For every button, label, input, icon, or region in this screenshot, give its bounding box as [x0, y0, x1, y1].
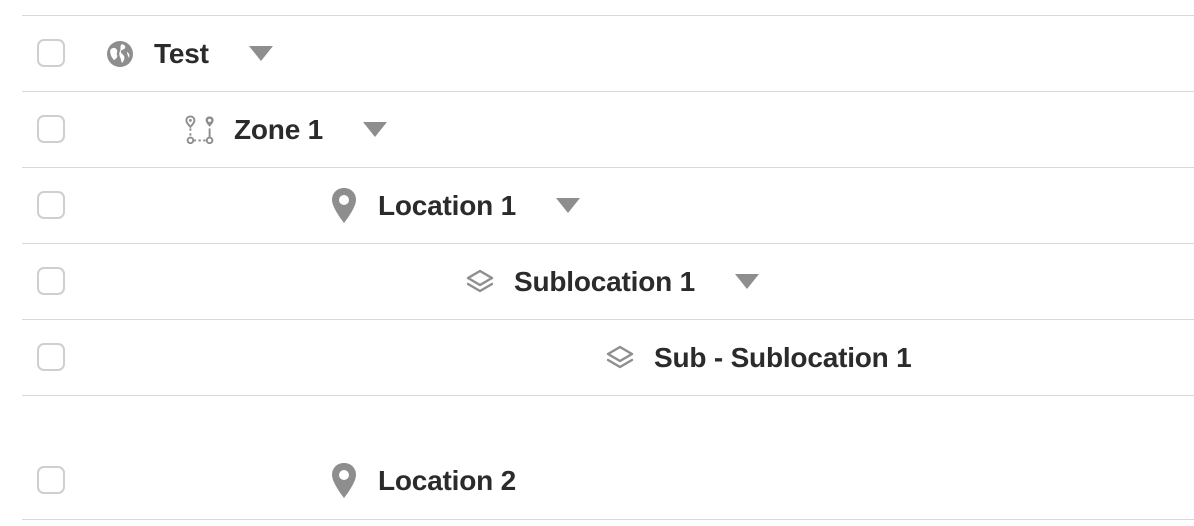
- row-checkbox[interactable]: [37, 38, 65, 67]
- row-checkbox[interactable]: [37, 190, 65, 219]
- tree-node: Location 1: [328, 168, 581, 243]
- row-checkbox[interactable]: [37, 466, 65, 494]
- zone-route-icon: [184, 114, 216, 146]
- location-tree: Test Zone 1 Location 1 Sublocation 1 Sub…: [0, 0, 1194, 526]
- row-checkbox[interactable]: [37, 114, 65, 143]
- tree-row-location-2[interactable]: Location 2: [0, 443, 1194, 519]
- tree-row-sublocation-1[interactable]: Sublocation 1: [0, 244, 1194, 319]
- tree-node: Test: [104, 16, 273, 91]
- row-divider: [22, 395, 1194, 396]
- tree-row-sub-sublocation-1[interactable]: Sub - Sublocation 1: [0, 320, 1194, 395]
- expand-caret-icon[interactable]: [248, 46, 273, 61]
- expand-caret-icon[interactable]: [363, 122, 388, 137]
- expand-caret-icon[interactable]: [734, 274, 759, 289]
- globe-icon: [104, 38, 136, 70]
- map-pin-icon: [328, 187, 360, 223]
- node-label: Test: [154, 37, 209, 69]
- node-label: Sublocation 1: [514, 265, 695, 297]
- tree-row-test[interactable]: Test: [0, 16, 1194, 91]
- tree-node: Zone 1: [184, 92, 388, 167]
- node-label: Sub - Sublocation 1: [654, 341, 912, 373]
- row-checkbox[interactable]: [37, 266, 65, 295]
- tree-row-location-1[interactable]: Location 1: [0, 168, 1194, 243]
- node-label: Zone 1: [234, 113, 324, 145]
- tree-node: Sublocation 1: [464, 244, 759, 319]
- layers-icon: [464, 266, 496, 298]
- tree-node: Sub - Sublocation 1: [604, 320, 912, 395]
- layers-icon: [604, 342, 636, 374]
- tree-node: Location 2: [328, 443, 516, 519]
- expand-caret-icon[interactable]: [556, 198, 581, 213]
- node-label: Location 1: [378, 189, 517, 221]
- row-divider: [22, 519, 1194, 520]
- node-label: Location 2: [378, 465, 517, 496]
- map-pin-icon: [328, 463, 360, 498]
- row-checkbox[interactable]: [37, 342, 65, 371]
- tree-row-zone-1[interactable]: Zone 1: [0, 92, 1194, 167]
